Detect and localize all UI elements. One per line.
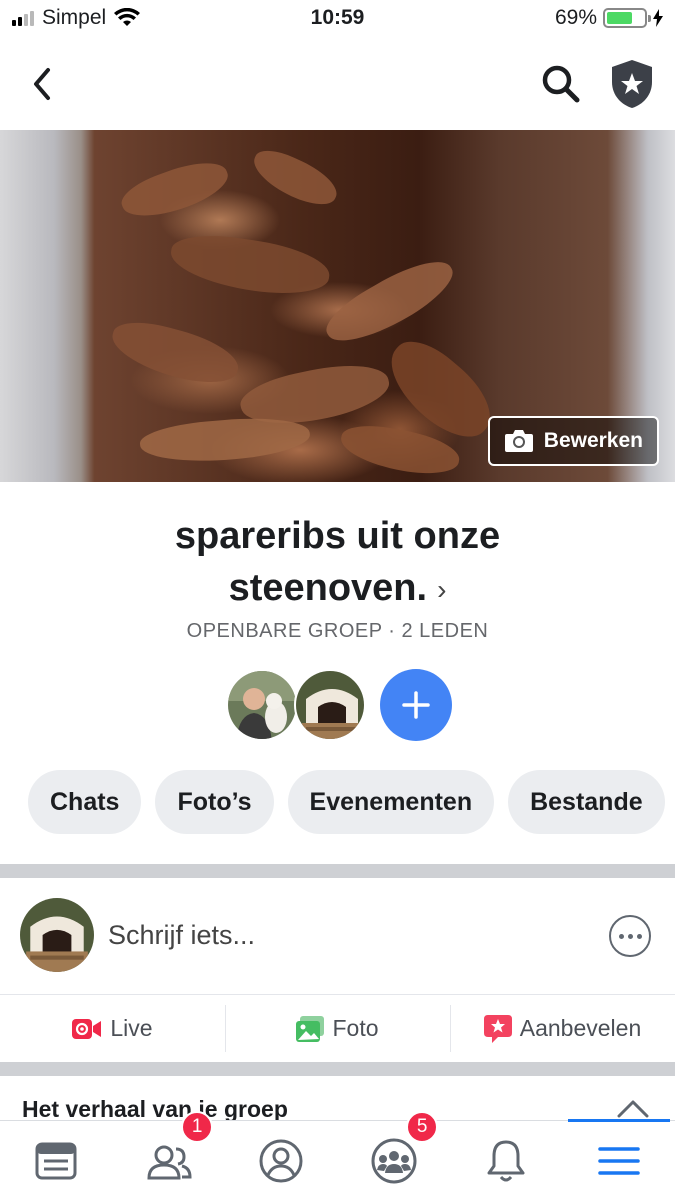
bottom-tab-bar: 1 5 bbox=[0, 1111, 675, 1200]
recommend-icon bbox=[483, 1014, 512, 1043]
divider bbox=[0, 1062, 675, 1076]
recommend-label: Aanbevelen bbox=[519, 1015, 642, 1041]
tab-friends[interactable]: 1 bbox=[113, 1111, 226, 1200]
groups-badge: 5 bbox=[406, 1111, 439, 1143]
oven-photo-icon bbox=[20, 898, 94, 972]
groups-icon bbox=[371, 1138, 417, 1183]
tab-photos[interactable]: Foto’s bbox=[155, 770, 274, 834]
news-feed-icon bbox=[35, 1142, 77, 1179]
navigation-bar bbox=[0, 40, 675, 128]
live-label: Live bbox=[110, 1015, 153, 1041]
group-story-heading: Het verhaal van je groep bbox=[22, 1096, 288, 1122]
tab-chats[interactable]: Chats bbox=[28, 770, 142, 834]
menu-icon bbox=[598, 1146, 640, 1175]
chevron-right-icon: › bbox=[437, 573, 447, 605]
edit-cover-button[interactable]: Bewerken bbox=[487, 416, 659, 466]
friends-badge: 1 bbox=[181, 1111, 214, 1143]
divider bbox=[0, 864, 675, 878]
edit-cover-label: Bewerken bbox=[543, 429, 643, 452]
shield-star-icon bbox=[612, 60, 652, 108]
photo-label: Foto bbox=[332, 1015, 379, 1041]
oven-photo-icon bbox=[296, 671, 364, 739]
write-something-input[interactable]: Schrijf iets... bbox=[108, 920, 255, 951]
bell-icon bbox=[487, 1140, 525, 1181]
live-video-icon bbox=[72, 1018, 102, 1039]
tab-files[interactable]: Bestande bbox=[508, 770, 665, 834]
tab-notifications[interactable] bbox=[450, 1121, 563, 1200]
chevron-up-icon bbox=[617, 1100, 649, 1118]
chevron-left-icon bbox=[34, 68, 50, 100]
camera-icon bbox=[504, 430, 533, 452]
tab-menu[interactable] bbox=[563, 1119, 675, 1200]
avatar[interactable] bbox=[294, 669, 366, 741]
live-button[interactable]: Live bbox=[0, 995, 225, 1062]
status-bar: Simpel 10:59 69% bbox=[0, 0, 675, 38]
back-button[interactable] bbox=[26, 62, 66, 106]
post-composer: Schrijf iets... bbox=[0, 878, 675, 994]
friends-icon bbox=[147, 1145, 192, 1179]
cover-photo[interactable]: Bewerken bbox=[0, 130, 675, 482]
more-icon bbox=[618, 933, 624, 939]
group-section-tabs: Chats Foto’s Evenementen Bestande bbox=[28, 770, 665, 834]
collapse-button[interactable] bbox=[613, 1096, 653, 1120]
more-options-button[interactable] bbox=[609, 915, 651, 957]
tab-profile[interactable] bbox=[225, 1121, 338, 1200]
charging-bolt-icon bbox=[653, 9, 663, 27]
recommend-button[interactable]: Aanbevelen bbox=[450, 995, 675, 1062]
battery-icon bbox=[603, 8, 651, 28]
profile-icon bbox=[259, 1139, 303, 1182]
tab-events[interactable]: Evenementen bbox=[287, 770, 495, 834]
admin-tools-button[interactable] bbox=[609, 58, 655, 110]
photo-button[interactable]: Foto bbox=[225, 995, 450, 1062]
battery-percent: 69% bbox=[554, 6, 597, 29]
member-list bbox=[226, 668, 452, 742]
add-member-button[interactable] bbox=[380, 669, 452, 741]
status-right: 69% bbox=[555, 6, 663, 30]
tab-groups[interactable]: 5 bbox=[338, 1111, 451, 1200]
avatar[interactable] bbox=[226, 669, 298, 741]
member-photo-icon bbox=[228, 671, 296, 739]
search-icon bbox=[542, 65, 580, 103]
group-title[interactable]: spareribs uit onze steenoven. › bbox=[0, 510, 675, 616]
group-name: spareribs uit onze steenoven. bbox=[174, 515, 501, 609]
group-meta: OPENBARE GROEP · 2 LEDEN bbox=[186, 620, 489, 642]
avatar bbox=[20, 898, 94, 972]
tab-news-feed[interactable] bbox=[0, 1121, 113, 1200]
plus-icon bbox=[402, 691, 430, 719]
search-button[interactable] bbox=[539, 62, 583, 106]
photo-icon bbox=[296, 1015, 325, 1042]
composer-actions: Live Foto Aanbevelen bbox=[0, 994, 675, 1062]
